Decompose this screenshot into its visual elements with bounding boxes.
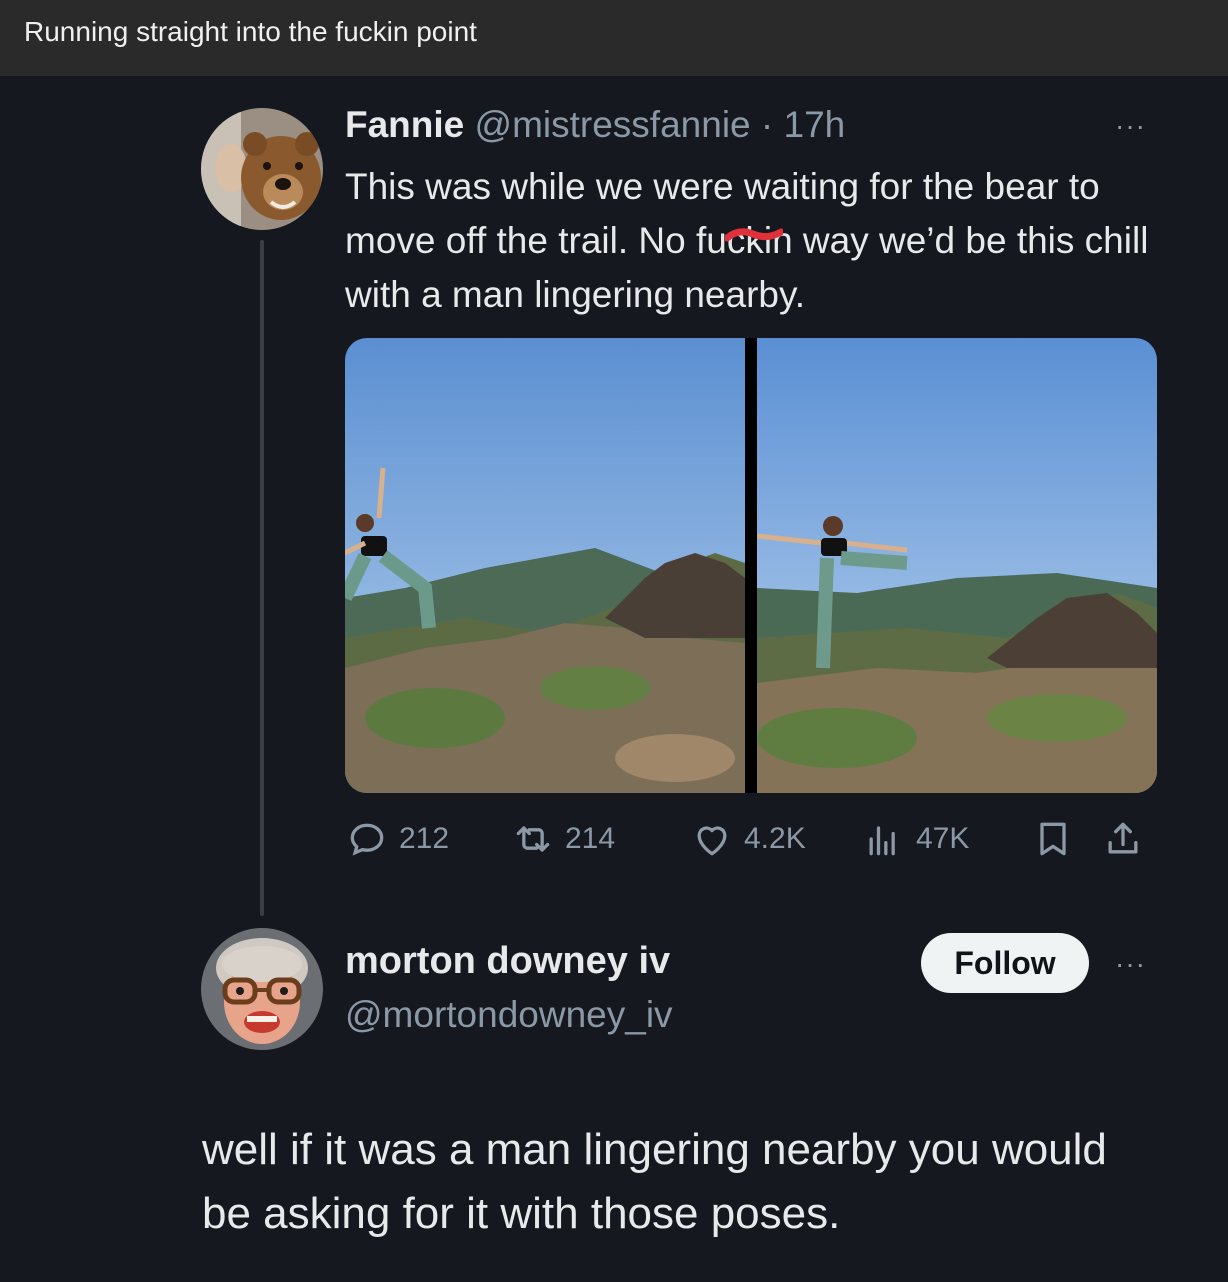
morton-avatar[interactable] bbox=[201, 928, 323, 1050]
redacted-word: ckin bbox=[724, 214, 793, 268]
yoga-photo-left[interactable] bbox=[345, 338, 745, 793]
tweet-more-icon[interactable]: ··· bbox=[1115, 112, 1146, 140]
tweet-header: Fannie @mistressfannie · 17h bbox=[345, 104, 845, 146]
tweet-text: This was while we were waiting for the b… bbox=[345, 160, 1165, 322]
tweet-timestamp[interactable]: · 17h bbox=[761, 104, 845, 145]
thread-connector-line bbox=[260, 240, 264, 916]
tweet-display-name[interactable]: Fannie bbox=[345, 104, 464, 145]
share-action[interactable] bbox=[1101, 815, 1155, 863]
post-title-bar: Running straight into the fuckin point bbox=[0, 0, 1228, 76]
reply-more-icon[interactable]: ··· bbox=[1115, 950, 1146, 978]
reply-icon bbox=[350, 823, 384, 856]
heart-icon bbox=[697, 826, 727, 856]
tweet-handle[interactable]: @mistressfannie bbox=[475, 104, 751, 145]
bookmark-action[interactable] bbox=[1031, 815, 1085, 863]
follow-button[interactable]: Follow bbox=[921, 933, 1089, 993]
tweet-actions: 212 214 4.2K 47K bbox=[345, 815, 1157, 863]
like-action[interactable]: 4.2K bbox=[690, 815, 806, 863]
retweet-icon bbox=[516, 826, 550, 852]
retweet-count: 214 bbox=[565, 822, 616, 855]
reply-display-name[interactable]: morton downey iv bbox=[345, 940, 670, 983]
red-scribble-icon bbox=[724, 228, 783, 242]
yoga-photo-right[interactable] bbox=[757, 338, 1157, 793]
views-count: 47K bbox=[916, 822, 970, 855]
like-count: 4.2K bbox=[744, 822, 806, 855]
face-avatar-image bbox=[201, 928, 323, 1050]
retweet-action[interactable]: 214 bbox=[511, 815, 615, 863]
views-action[interactable]: 47K bbox=[862, 815, 969, 863]
reply-handle[interactable]: @mortondowney_iv bbox=[345, 994, 673, 1036]
reply-action[interactable]: 212 bbox=[345, 815, 449, 863]
bear-mask-avatar-image bbox=[201, 108, 323, 230]
tweet-media[interactable] bbox=[345, 338, 1157, 793]
bookmark-icon bbox=[1040, 822, 1066, 856]
fannie-avatar[interactable] bbox=[201, 108, 323, 230]
post-title: Running straight into the fuckin point bbox=[24, 16, 477, 47]
reply-text: well if it was a man lingering nearby yo… bbox=[202, 1125, 1107, 1238]
share-icon bbox=[1108, 822, 1138, 854]
reply-count: 212 bbox=[399, 822, 450, 855]
views-icon bbox=[869, 826, 895, 856]
